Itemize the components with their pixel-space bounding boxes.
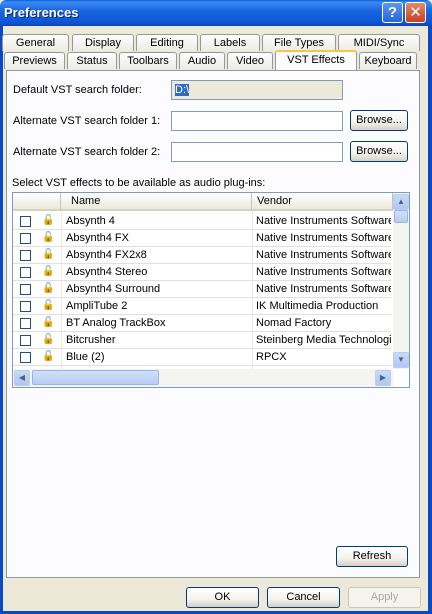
alt-folder-1-label: Alternate VST search folder 1: xyxy=(13,115,161,127)
scroll-left-arrow-icon[interactable]: ◀ xyxy=(14,370,30,386)
tab-keyboard[interactable]: Keyboard xyxy=(359,52,417,69)
vertical-scroll-thumb[interactable] xyxy=(394,210,408,223)
browse-button-1[interactable]: Browse... xyxy=(350,110,408,131)
lock-icon: 🔓 xyxy=(42,283,55,294)
default-folder-value: D:\ xyxy=(175,84,190,96)
list-item[interactable]: 🔓 Absynth4 Surround Native Instruments Sof… xyxy=(13,281,391,298)
list-item[interactable]: 🔓 Absynth4 FX Native Instruments Software xyxy=(13,230,391,247)
title-bar: Preferences ? ✕ xyxy=(0,0,432,26)
lock-icon: 🔓 xyxy=(42,317,55,328)
enable-checkbox[interactable] xyxy=(20,216,31,227)
list-item[interactable]: 🔓 Absynth4 Stereo Native Instruments Softw… xyxy=(13,264,391,281)
lock-icon: 🔓 xyxy=(42,334,55,345)
tab-labels[interactable]: Labels xyxy=(200,34,260,51)
enable-checkbox[interactable] xyxy=(20,250,31,261)
tab-vst-effects[interactable]: VST Effects xyxy=(275,50,357,70)
lock-icon: 🔓 xyxy=(42,351,55,362)
scroll-right-arrow-icon[interactable]: ▶ xyxy=(375,370,391,386)
alt-folder-1-field[interactable] xyxy=(171,111,343,131)
tab-editing[interactable]: Editing xyxy=(136,34,198,51)
effect-name: BT Analog TrackBox xyxy=(66,317,166,329)
column-header-check[interactable] xyxy=(13,193,61,211)
effect-name: Absynth4 FX2x8 xyxy=(66,249,147,261)
tab-video[interactable]: Video xyxy=(227,52,273,69)
list-item[interactable]: 🔓 Absynth4 FX2x8 Native Instruments Softwa… xyxy=(13,247,391,264)
column-header-vendor[interactable]: Vendor xyxy=(252,193,393,211)
effect-name: AmpliTube 2 xyxy=(66,300,128,312)
effect-name: Absynth4 FX xyxy=(66,232,129,244)
enable-checkbox[interactable] xyxy=(20,267,31,278)
tab-status[interactable]: Status xyxy=(67,52,117,69)
effect-vendor: Native Instruments Software xyxy=(256,215,391,227)
help-button[interactable]: ? xyxy=(382,2,403,23)
vst-effects-list[interactable]: Name Vendor 🔓 Absynth 4 Native Instruments… xyxy=(12,192,410,388)
tab-audio[interactable]: Audio xyxy=(179,52,225,69)
scroll-up-arrow-icon[interactable]: ▲ xyxy=(393,194,409,210)
column-divider xyxy=(252,211,253,369)
list-item[interactable]: 🔓 Blue (2) RPCX xyxy=(13,349,391,366)
horizontal-scrollbar[interactable]: ◀ ▶ xyxy=(13,369,393,387)
alt-folder-2-label: Alternate VST search folder 2: xyxy=(13,146,161,158)
enable-checkbox[interactable] xyxy=(20,335,31,346)
column-divider xyxy=(61,211,62,369)
effect-vendor: Native Instruments Software xyxy=(256,249,391,261)
tab-general[interactable]: General xyxy=(2,34,69,51)
list-item[interactable]: 🔓 Bitcrusher Steinberg Media Technologies xyxy=(13,332,391,349)
effect-vendor: Native Instruments Software xyxy=(256,266,391,278)
scroll-down-arrow-icon[interactable]: ▼ xyxy=(393,352,409,368)
effect-vendor: Steinberg Media Technologies xyxy=(256,334,391,346)
tab-midi-sync[interactable]: MIDI/Sync xyxy=(338,34,420,51)
tab-previews[interactable]: Previews xyxy=(4,52,65,69)
default-folder-field[interactable]: D:\ xyxy=(171,80,343,100)
lock-icon: 🔓 xyxy=(42,300,55,311)
effect-vendor: Native Instruments Software xyxy=(256,283,391,295)
ok-button[interactable]: OK xyxy=(186,587,259,608)
close-button[interactable]: ✕ xyxy=(405,2,426,23)
effect-name: Absynth4 Stereo xyxy=(66,266,148,278)
enable-checkbox[interactable] xyxy=(20,301,31,312)
list-item[interactable]: 🔓 BT Analog TrackBox Nomad Factory xyxy=(13,315,391,332)
effect-vendor: Nomad Factory xyxy=(256,317,332,329)
lock-icon: 🔓 xyxy=(42,215,55,226)
lock-icon: 🔓 xyxy=(42,232,55,243)
effect-vendor: RPCX xyxy=(256,351,287,363)
enable-checkbox[interactable] xyxy=(20,284,31,295)
effect-vendor: Native Instruments Software xyxy=(256,232,391,244)
window-title: Preferences xyxy=(4,5,79,20)
tab-display[interactable]: Display xyxy=(72,34,134,51)
alt-folder-2-field[interactable] xyxy=(171,142,343,162)
horizontal-scroll-thumb[interactable] xyxy=(32,370,159,385)
enable-checkbox[interactable] xyxy=(20,233,31,244)
enable-checkbox[interactable] xyxy=(20,318,31,329)
list-item[interactable]: 🔓 Absynth 4 Native Instruments Software xyxy=(13,213,391,230)
browse-button-2[interactable]: Browse... xyxy=(350,141,408,162)
lock-icon: 🔓 xyxy=(42,249,55,260)
default-folder-label: Default VST search folder: xyxy=(13,84,142,96)
effect-name: Absynth 4 xyxy=(66,215,115,227)
effect-name: Absynth4 Surround xyxy=(66,283,161,295)
cancel-button[interactable]: Cancel xyxy=(267,587,340,608)
lock-icon: 🔓 xyxy=(42,266,55,277)
tab-toolbars[interactable]: Toolbars xyxy=(119,52,177,69)
refresh-button[interactable]: Refresh xyxy=(336,546,408,567)
effect-name: Bitcrusher xyxy=(66,334,116,346)
tab-file-types[interactable]: File Types xyxy=(262,34,336,51)
apply-button[interactable]: Apply xyxy=(348,587,421,608)
vst-list-label: Select VST effects to be available as au… xyxy=(12,177,266,189)
enable-checkbox[interactable] xyxy=(20,352,31,363)
vertical-scrollbar[interactable]: ▲ ▼ xyxy=(393,193,409,369)
effect-name: Blue (2) xyxy=(66,351,105,363)
column-header-name[interactable]: Name xyxy=(61,193,252,211)
effect-vendor: IK Multimedia Production xyxy=(256,300,379,312)
list-item[interactable]: 🔓 AmpliTube 2 IK Multimedia Production xyxy=(13,298,391,315)
